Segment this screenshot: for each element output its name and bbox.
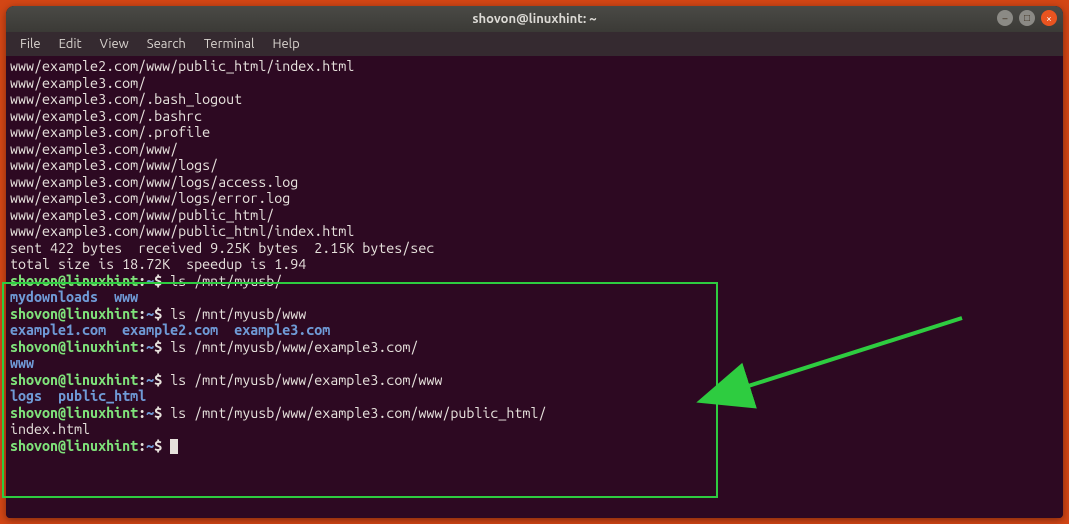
- prompt-user: shovon@linuxhint: [10, 405, 138, 421]
- command-text: ls /mnt/myusb/www/example3.com/www: [170, 372, 442, 388]
- prompt-user: shovon@linuxhint: [10, 438, 138, 454]
- file-entry: index.html: [10, 421, 90, 437]
- output-line: www/example3.com/: [10, 75, 1059, 92]
- output-line: www/example3.com/.bashrc: [10, 108, 1059, 125]
- output-line: www/example3.com/www/public_html/index.h…: [10, 223, 1059, 240]
- output-line: www/example3.com/www/: [10, 141, 1059, 158]
- prompt-line: shovon@linuxhint:~$ ls /mnt/myusb/: [10, 273, 1059, 290]
- prompt-user: shovon@linuxhint: [10, 339, 138, 355]
- menu-help[interactable]: Help: [264, 35, 307, 53]
- command-text: ls /mnt/myusb/www/example3.com/www/publi…: [170, 405, 546, 421]
- output-line: index.html: [10, 421, 1059, 438]
- prompt-path: ~: [146, 438, 154, 454]
- dir-entry: www: [10, 355, 34, 371]
- menu-terminal[interactable]: Terminal: [196, 35, 263, 53]
- output-line: sent 422 bytes received 9.25K bytes 2.15…: [10, 240, 1059, 257]
- output-line: www/example3.com/www/public_html/: [10, 207, 1059, 224]
- output-line: www/example3.com/www/logs/error.log: [10, 190, 1059, 207]
- prompt-path: ~: [146, 405, 154, 421]
- prompt-line: shovon@linuxhint:~$ ls /mnt/myusb/www/ex…: [10, 405, 1059, 422]
- maximize-button[interactable]: □: [1019, 10, 1035, 26]
- dir-entry: public_html: [58, 388, 146, 404]
- terminal-window: shovon@linuxhint: ~ – □ × File Edit View…: [6, 6, 1063, 518]
- dir-entry: logs: [10, 388, 42, 404]
- window-controls: – □ ×: [997, 10, 1057, 26]
- prompt-line: shovon@linuxhint:~$ ls /mnt/myusb/www/ex…: [10, 339, 1059, 356]
- prompt-user: shovon@linuxhint: [10, 372, 138, 388]
- prompt-user: shovon@linuxhint: [10, 273, 138, 289]
- terminal-viewport[interactable]: www/example2.com/www/public_html/index.h…: [6, 56, 1063, 518]
- menu-edit[interactable]: Edit: [51, 35, 90, 53]
- window-title: shovon@linuxhint: ~: [6, 12, 1063, 26]
- prompt-path: ~: [146, 306, 154, 322]
- prompt-path: ~: [146, 372, 154, 388]
- dir-entry: example2.com: [122, 322, 218, 338]
- close-button[interactable]: ×: [1041, 10, 1057, 26]
- output-line: total size is 18.72K speedup is 1.94: [10, 256, 1059, 273]
- titlebar: shovon@linuxhint: ~ – □ ×: [6, 6, 1063, 32]
- command-text: ls /mnt/myusb/www/example3.com/: [170, 339, 418, 355]
- cursor: [170, 439, 178, 454]
- dir-entry: mydownloads: [10, 289, 98, 305]
- command-text: ls /mnt/myusb/: [170, 273, 282, 289]
- menu-view[interactable]: View: [92, 35, 137, 53]
- output-line: example1.com example2.com example3.com: [10, 322, 1059, 339]
- dir-entry: www: [114, 289, 138, 305]
- output-line: www/example3.com/www/logs/access.log: [10, 174, 1059, 191]
- minimize-button[interactable]: –: [997, 10, 1013, 26]
- prompt-line: shovon@linuxhint:~$ ls /mnt/myusb/www: [10, 306, 1059, 323]
- output-line: www: [10, 355, 1059, 372]
- prompt-line[interactable]: shovon@linuxhint:~$: [10, 438, 1059, 455]
- prompt-path: ~: [146, 339, 154, 355]
- output-line: mydownloads www: [10, 289, 1059, 306]
- menubar: File Edit View Search Terminal Help: [6, 32, 1063, 56]
- dir-entry: example1.com: [10, 322, 106, 338]
- prompt-user: shovon@linuxhint: [10, 306, 138, 322]
- dir-entry: example3.com: [234, 322, 330, 338]
- output-line: www/example3.com/www/logs/: [10, 157, 1059, 174]
- output-line: www/example3.com/.bash_logout: [10, 91, 1059, 108]
- menu-file[interactable]: File: [12, 35, 49, 53]
- menu-search[interactable]: Search: [139, 35, 194, 53]
- prompt-path: ~: [146, 273, 154, 289]
- command-text: ls /mnt/myusb/www: [170, 306, 306, 322]
- prompt-line: shovon@linuxhint:~$ ls /mnt/myusb/www/ex…: [10, 372, 1059, 389]
- output-line: www/example2.com/www/public_html/index.h…: [10, 58, 1059, 75]
- output-line: www/example3.com/.profile: [10, 124, 1059, 141]
- output-line: logs public_html: [10, 388, 1059, 405]
